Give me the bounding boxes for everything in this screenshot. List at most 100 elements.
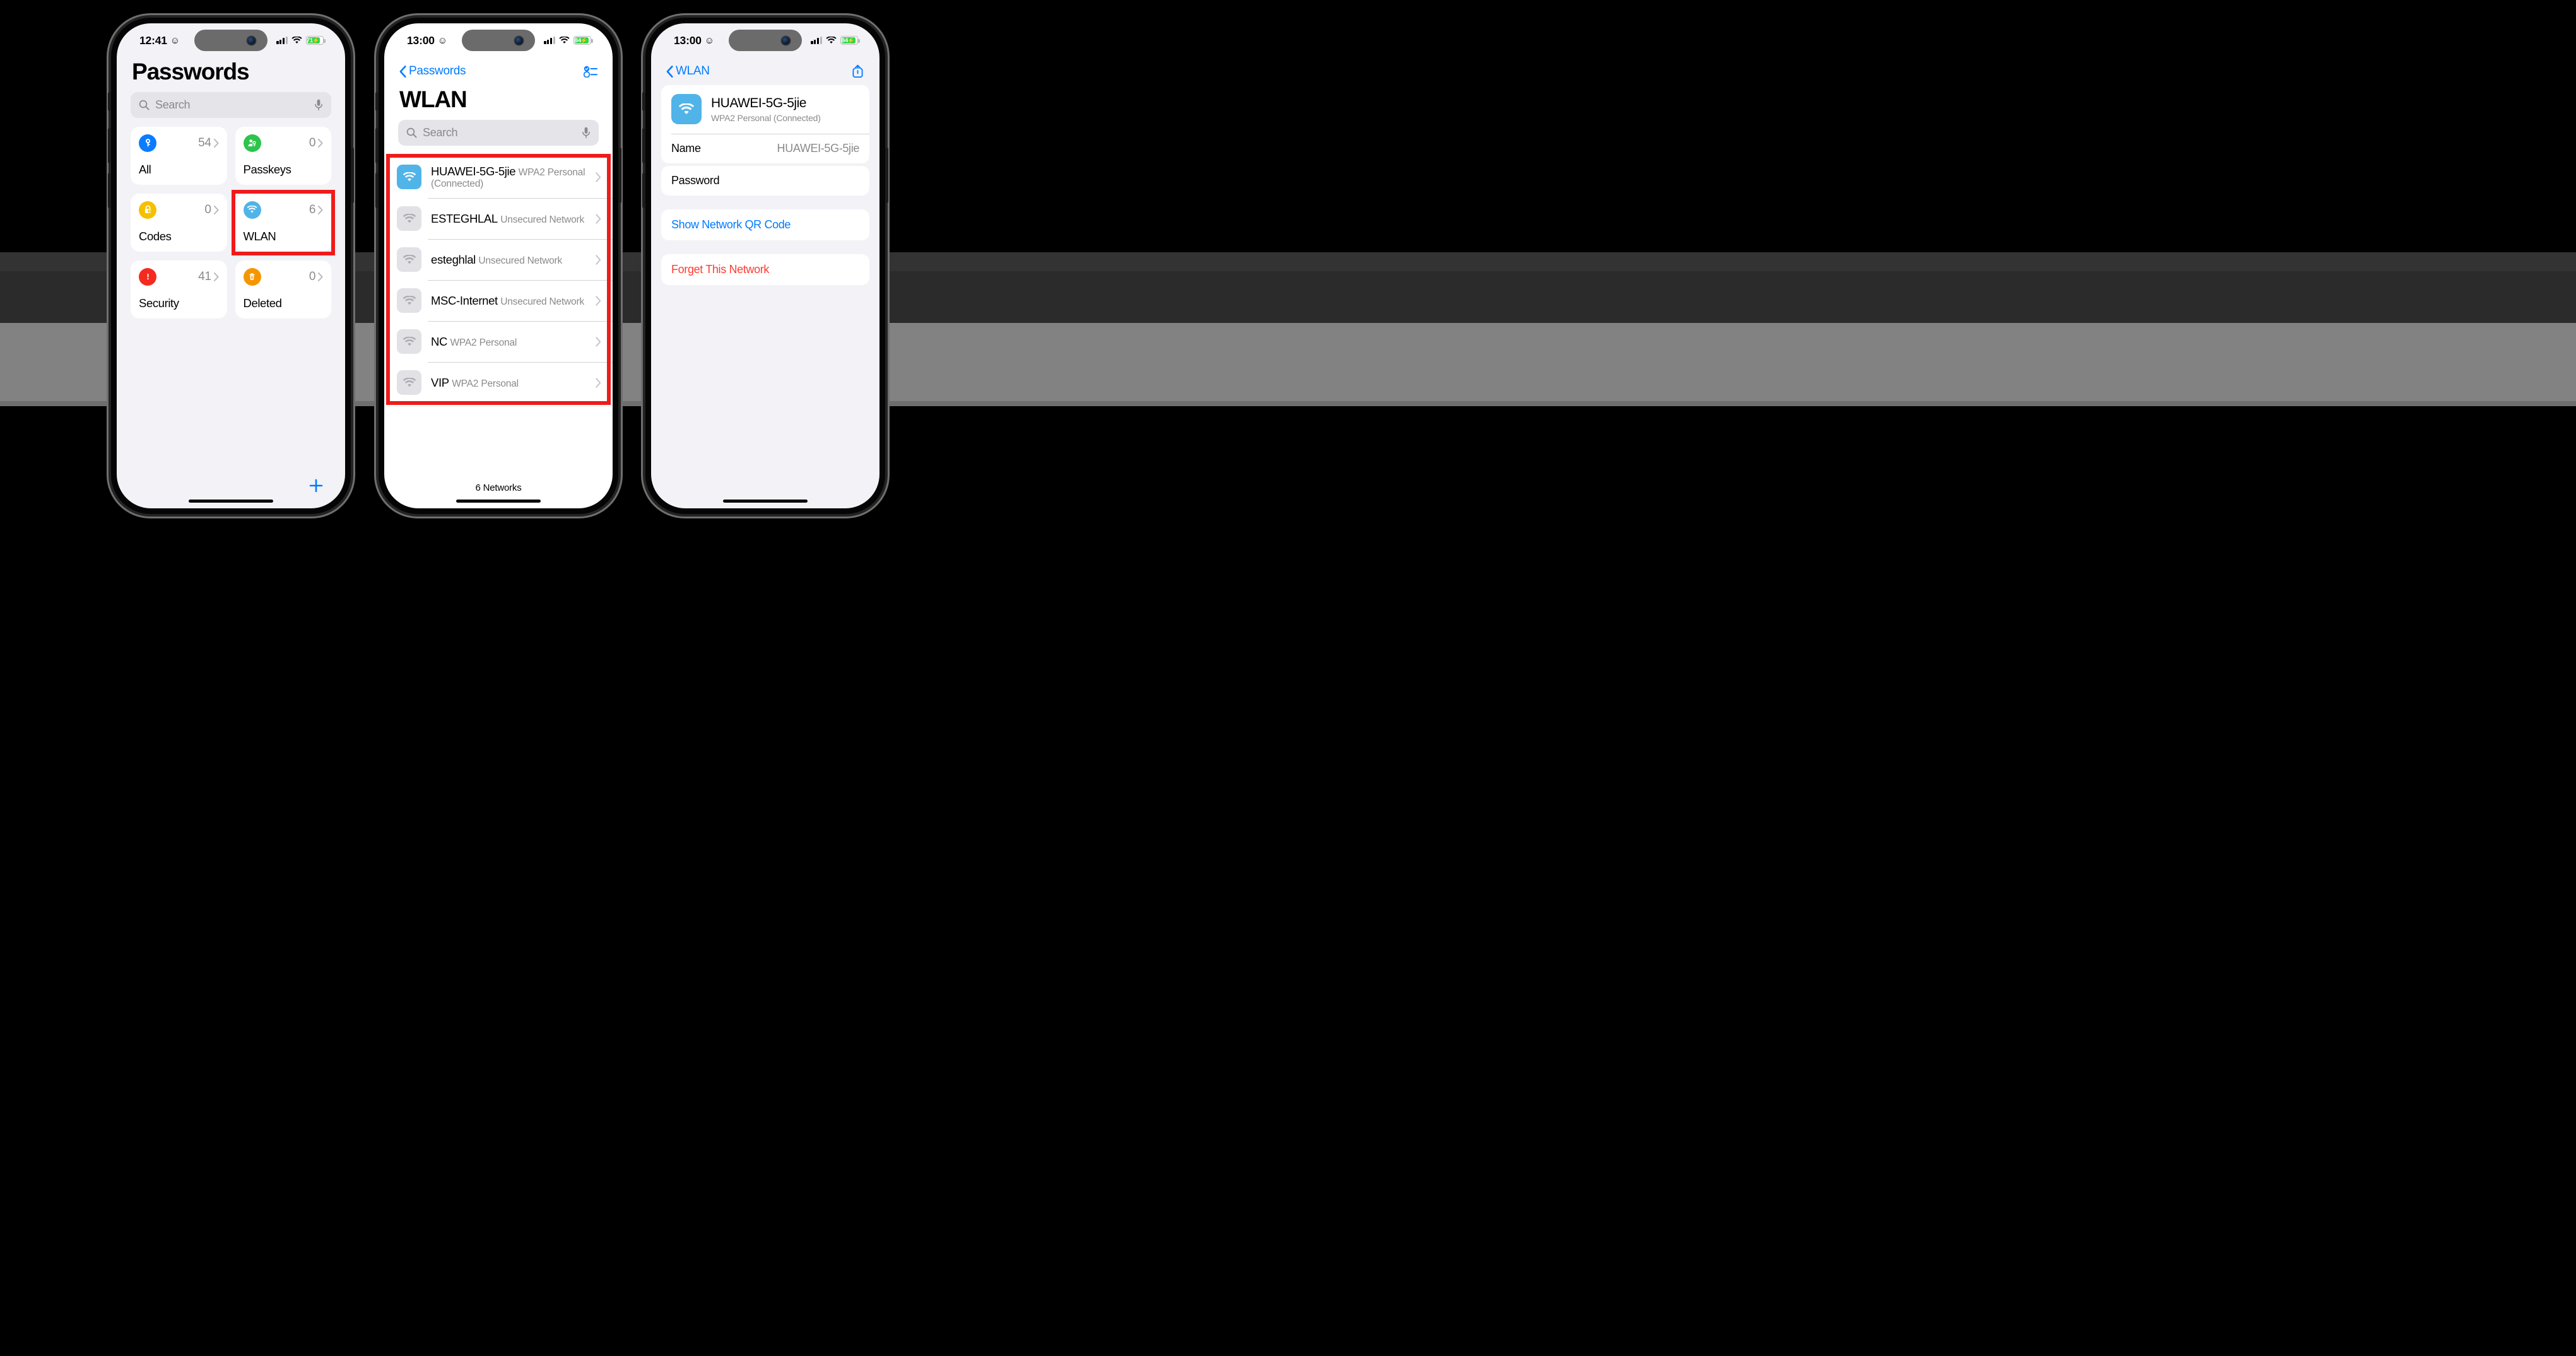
table-row[interactable]: esteghlal Unsecured Network xyxy=(384,239,613,280)
volume-down-button[interactable] xyxy=(108,173,111,208)
table-row[interactable]: MSC-Internet Unsecured Network xyxy=(384,280,613,321)
home-indicator[interactable] xyxy=(723,500,808,503)
detail-row-value: HUAWEI-5G-5jie xyxy=(777,142,860,155)
back-button-passwords[interactable]: Passwords xyxy=(399,64,466,78)
home-indicator[interactable] xyxy=(456,500,541,503)
network-info-group: HUAWEI-5G-5jie WPA2 Personal (Connected)… xyxy=(661,85,869,163)
category-count: 0 xyxy=(204,202,211,216)
search-input[interactable]: Search xyxy=(131,91,331,118)
volume-up-button[interactable] xyxy=(642,128,645,163)
chevron-right-icon xyxy=(596,295,601,306)
detail-row-label: Name xyxy=(671,142,701,155)
power-button[interactable] xyxy=(618,148,621,203)
table-row[interactable]: ESTEGHLAL Unsecured Network xyxy=(384,198,613,239)
category-grid: 54 All 0 Passkeys 0 Codes 6 WLAN 41 Secu… xyxy=(117,126,345,319)
silent-switch[interactable] xyxy=(108,92,111,111)
volume-down-button[interactable] xyxy=(375,173,379,208)
network-text-group: esteghlal Unsecured Network xyxy=(431,252,586,267)
volume-up-button[interactable] xyxy=(108,128,111,163)
phone-device-passwords-home: 12:41 ☺ 71 ⚡ Passwords Search 54 All 0 P… xyxy=(108,18,354,514)
network-name: esteghlal xyxy=(431,253,476,267)
add-password-button[interactable] xyxy=(117,478,345,508)
category-card-all[interactable]: 54 All xyxy=(131,126,227,185)
volume-up-button[interactable] xyxy=(375,128,379,163)
home-indicator[interactable] xyxy=(189,500,273,503)
microphone-icon[interactable] xyxy=(582,127,591,139)
category-label: Passkeys xyxy=(243,162,291,176)
search-icon xyxy=(139,100,150,110)
status-bar-indicators: 84 ⚡ xyxy=(811,36,860,45)
category-card-codes[interactable]: 0 Codes xyxy=(131,193,227,252)
front-camera-icon xyxy=(515,36,523,45)
network-list-container: HUAWEI-5G-5jie WPA2 Personal (Connected) xyxy=(384,153,613,406)
category-count: 0 xyxy=(309,269,316,283)
network-name: VIP xyxy=(431,376,449,390)
screen-network-detail: 13:00 ☺ 84 ⚡ WLAN HUAWEI-5G-5jie WPA2 Pe… xyxy=(651,23,879,508)
status-time: 12:41 xyxy=(139,33,167,47)
power-button[interactable] xyxy=(351,148,354,203)
network-security: WPA2 Personal xyxy=(450,337,517,349)
chevron-right-icon xyxy=(596,336,601,347)
network-name: NC xyxy=(431,335,448,349)
volume-down-button[interactable] xyxy=(642,173,645,208)
back-button-label: Passwords xyxy=(409,64,466,78)
network-security: Unsecured Network xyxy=(500,296,584,308)
forget-this-network-button[interactable]: Forget This Network xyxy=(661,254,869,285)
detail-row-password[interactable]: Password xyxy=(661,166,869,196)
category-count-group: 0 xyxy=(309,270,323,284)
search-bar-container: Search xyxy=(384,119,613,155)
chevron-right-icon xyxy=(213,272,219,281)
chevron-right-icon xyxy=(596,377,601,388)
select-list-icon[interactable] xyxy=(584,66,597,78)
table-row[interactable]: VIP WPA2 Personal xyxy=(384,362,613,403)
screen-wlan-list: 13:00 ☺ 84 ⚡ Passwords WLAN Search HUAWE… xyxy=(384,23,613,508)
wifi-icon xyxy=(291,37,302,44)
power-button[interactable] xyxy=(885,148,888,203)
status-bar: 12:41 ☺ 71 ⚡ xyxy=(117,23,345,57)
category-card-header: 41 xyxy=(139,267,219,286)
chevron-right-icon xyxy=(213,138,219,148)
category-card-wlan[interactable]: 6 WLAN xyxy=(231,189,335,255)
wifi-icon xyxy=(559,37,570,44)
status-bar-time-group: 13:00 ☺ xyxy=(674,34,714,47)
battery-fill: 71 ⚡ xyxy=(307,37,320,44)
table-row[interactable]: HUAWEI-5G-5jie WPA2 Personal (Connected) xyxy=(384,156,613,198)
phone-device-wlan-list: 13:00 ☺ 84 ⚡ Passwords WLAN Search HUAWE… xyxy=(375,18,621,514)
smiley-icon: ☺ xyxy=(704,35,714,46)
silent-switch[interactable] xyxy=(642,92,645,111)
battery-icon: 71 ⚡ xyxy=(306,36,326,45)
phone-device-network-detail: 13:00 ☺ 84 ⚡ WLAN HUAWEI-5G-5jie WPA2 Pe… xyxy=(642,18,888,514)
dynamic-island xyxy=(462,30,535,51)
chevron-right-icon xyxy=(318,138,323,148)
category-count: 54 xyxy=(198,136,211,149)
search-input[interactable]: Search xyxy=(398,119,599,146)
key-icon xyxy=(139,134,156,152)
category-count: 41 xyxy=(198,269,211,283)
category-card-security[interactable]: 41 Security xyxy=(131,260,227,319)
smiley-icon: ☺ xyxy=(170,35,180,46)
network-text-group: NC WPA2 Personal xyxy=(431,334,586,349)
microphone-icon[interactable] xyxy=(314,99,323,111)
front-camera-icon xyxy=(247,36,256,45)
share-icon[interactable] xyxy=(851,64,864,79)
chevron-right-icon xyxy=(596,172,601,182)
category-count-group: 41 xyxy=(198,269,219,284)
detail-row-name[interactable]: Name HUAWEI-5G-5jie xyxy=(661,134,869,163)
back-button-wlan[interactable]: WLAN xyxy=(666,64,710,78)
network-text-group: MSC-Internet Unsecured Network xyxy=(431,293,586,308)
network-name: HUAWEI-5G-5jie xyxy=(431,164,516,178)
silent-switch[interactable] xyxy=(375,92,379,111)
battery-fill: 84 ⚡ xyxy=(841,37,856,44)
show-network-qr-code-button[interactable]: Show Network QR Code xyxy=(661,209,869,240)
dynamic-island xyxy=(729,30,802,51)
category-label: Deleted xyxy=(243,296,282,310)
category-card-deleted[interactable]: 0 Deleted xyxy=(235,260,331,319)
status-bar-time-group: 13:00 ☺ xyxy=(407,34,447,47)
table-row[interactable]: NC WPA2 Personal xyxy=(384,321,613,362)
battery-percent: 71 xyxy=(306,37,313,44)
category-card-passkeys[interactable]: 0 Passkeys xyxy=(235,126,331,185)
navigation-bar: WLAN xyxy=(651,57,879,85)
network-detail-content: HUAWEI-5G-5jie WPA2 Personal (Connected)… xyxy=(651,85,879,285)
